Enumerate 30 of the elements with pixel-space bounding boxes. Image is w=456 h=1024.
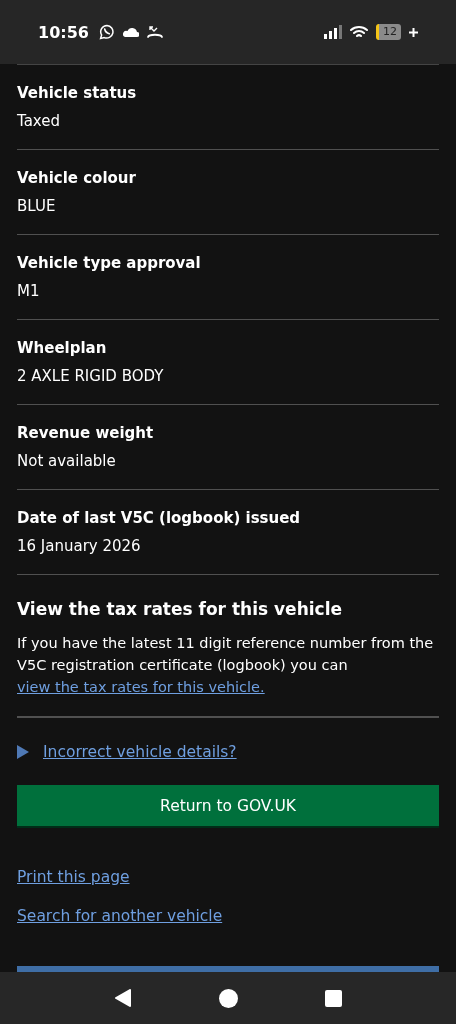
missed-call-icon (146, 25, 163, 39)
footer-link[interactable]: Search for another vehicle (17, 905, 223, 927)
footer-link[interactable]: Print this page (17, 866, 130, 888)
signal-icon (324, 25, 342, 39)
field-label: Wheelplan (17, 338, 108, 359)
back-icon[interactable] (113, 989, 132, 1007)
chat-bubble-icon (98, 24, 115, 40)
field-label: Vehicle colour (17, 168, 137, 189)
recents-icon[interactable] (325, 989, 343, 1007)
field-value: M1 (17, 281, 41, 302)
field-label: Date of last V5C (logbook) issued (17, 508, 302, 529)
tax-rates-link[interactable]: view the tax rates for this vehicle. (17, 679, 265, 695)
field-label: Vehicle status (17, 83, 138, 104)
return-button[interactable]: Return to GOV.UK (17, 785, 439, 826)
field-label: Revenue weight (17, 423, 155, 444)
field-label: Vehicle type approval (17, 253, 202, 274)
cloud-icon (122, 26, 139, 38)
section-heading: View the tax rates for this vehicle (17, 598, 343, 621)
tax-paragraph: If you have the latest 11 digit reference number from the V5C registration certificate (logbook) you can view the tax rates for this vehicle. (17, 634, 435, 697)
field-value: Not available (17, 451, 117, 472)
field-value: Taxed (17, 111, 62, 132)
home-icon[interactable] (219, 988, 238, 1008)
charging-plus-icon (409, 27, 418, 37)
field-value: BLUE (17, 196, 57, 217)
clock-time: 10:56 (38, 22, 89, 42)
field-value: 16 January 2026 (17, 536, 142, 557)
field-value: 2 AXLE RIGID BODY (17, 366, 165, 387)
battery-indicator: 12 (376, 24, 401, 40)
wifi-icon (350, 25, 368, 39)
details-summary-link[interactable]: Incorrect vehicle details? (43, 741, 237, 763)
